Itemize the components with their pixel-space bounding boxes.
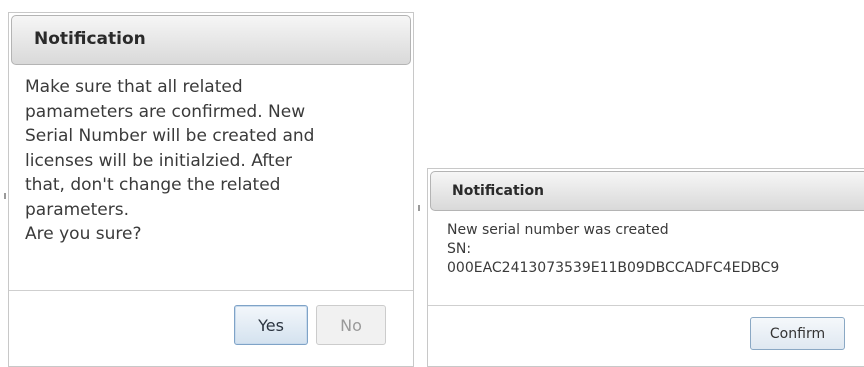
no-button[interactable]: No bbox=[316, 305, 386, 345]
left-edge-mark bbox=[4, 193, 6, 199]
confirm-dialog: Notification Make sure that all related … bbox=[8, 12, 414, 367]
dialog-header: Notification bbox=[430, 171, 864, 211]
sn-label: SN: bbox=[447, 241, 472, 257]
dialog-message: New serial number was created SN: 000EAC… bbox=[447, 221, 779, 278]
message-line: that, don't change the related bbox=[25, 175, 281, 195]
middle-edge-mark bbox=[418, 205, 420, 211]
yes-button[interactable]: Yes bbox=[234, 305, 308, 345]
message-line: Make sure that all related bbox=[25, 77, 243, 97]
dialog-header: Notification bbox=[11, 15, 411, 65]
dialog-divider bbox=[428, 305, 864, 306]
result-dialog: Notification New serial number was creat… bbox=[427, 168, 864, 367]
dialog-title: Notification bbox=[34, 29, 146, 49]
message-line: New serial number was created bbox=[447, 222, 669, 238]
message-line: Serial Number will be created and bbox=[25, 126, 315, 146]
message-line: parameters. bbox=[25, 199, 130, 220]
serial-number-value: 000EAC2413073539E11B09DBCCADFC4EDBC9 bbox=[447, 260, 780, 276]
dialog-message: Make sure that all related pamameters ar… bbox=[25, 75, 314, 247]
message-line: pamameters are confirmed. New bbox=[25, 101, 306, 122]
message-line: licenses will be initialzied. After bbox=[25, 150, 293, 171]
confirm-button[interactable]: Confirm bbox=[750, 317, 845, 350]
message-line: Are you sure? bbox=[25, 224, 142, 244]
dialog-title: Notification bbox=[452, 183, 545, 199]
dialog-divider bbox=[9, 290, 413, 291]
